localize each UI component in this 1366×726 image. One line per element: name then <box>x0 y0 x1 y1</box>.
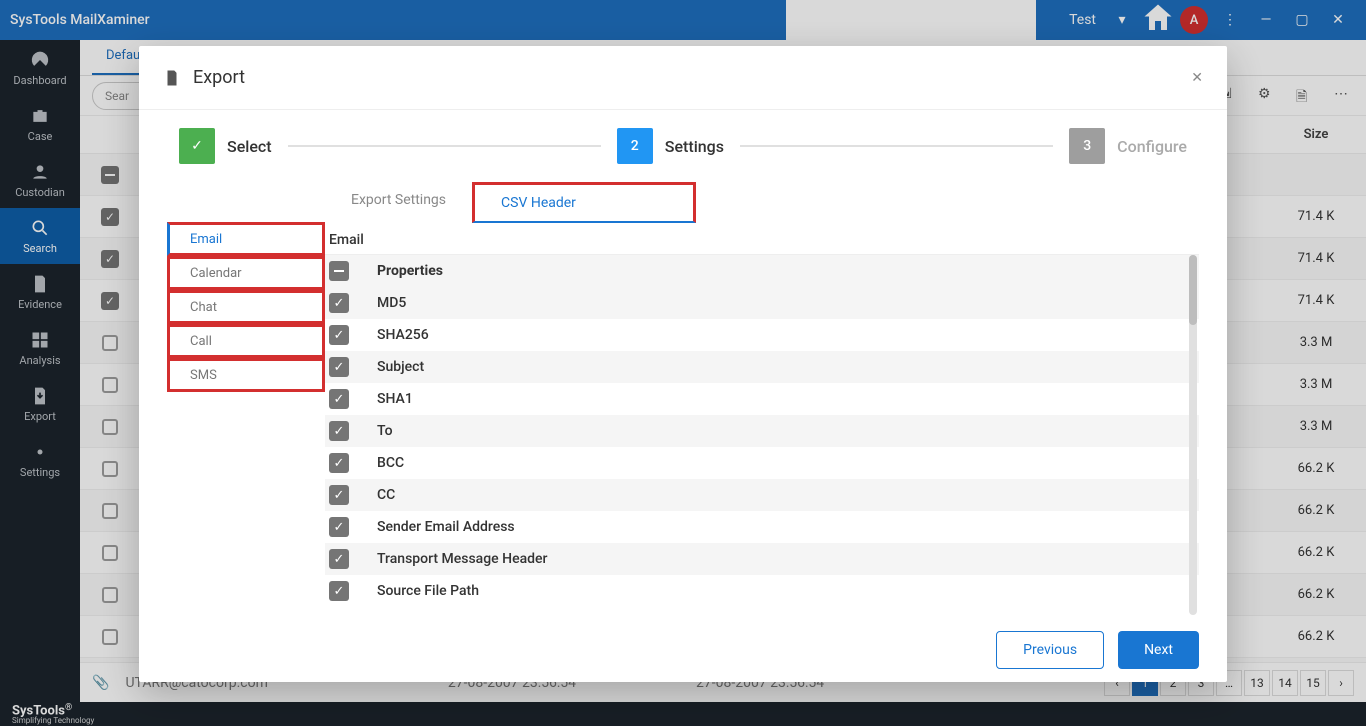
export-type-chat[interactable]: Chat <box>167 290 325 324</box>
property-checkbox[interactable] <box>329 421 349 441</box>
csv-tabs: Export Settings CSV Header <box>325 182 1199 224</box>
export-dialog: Export ✕ ✓ Select 2 Settings 3 Configure <box>139 46 1227 682</box>
property-row: Sender Email Address <box>325 511 1199 543</box>
property-checkbox[interactable] <box>329 357 349 377</box>
property-row: SHA256 <box>325 319 1199 351</box>
property-label: Transport Message Header <box>377 551 547 567</box>
export-sidepanel: EmailCalendarChatCallSMS <box>167 182 325 618</box>
property-label: MD5 <box>377 295 406 311</box>
property-label: BCC <box>377 455 404 471</box>
property-label: Subject <box>377 359 424 375</box>
export-type-call[interactable]: Call <box>167 324 325 358</box>
property-label: SHA256 <box>377 327 429 343</box>
property-row: SHA1 <box>325 383 1199 415</box>
property-checkbox[interactable] <box>329 549 349 569</box>
property-label: CC <box>377 487 395 503</box>
modal-overlay: Export ✕ ✓ Select 2 Settings 3 Configure <box>0 0 1366 726</box>
property-checkbox[interactable] <box>329 581 349 601</box>
property-checkbox[interactable] <box>329 485 349 505</box>
property-checkbox[interactable] <box>329 453 349 473</box>
property-label: To <box>377 423 393 439</box>
step-configure: 3 Configure <box>1069 128 1187 164</box>
export-type-email[interactable]: Email <box>167 222 325 256</box>
close-icon: ✕ <box>1191 70 1203 86</box>
step-todo-icon: 3 <box>1069 128 1105 164</box>
property-label: Sender Email Address <box>377 519 515 535</box>
property-checkbox[interactable] <box>329 293 349 313</box>
property-row: CC <box>325 479 1199 511</box>
export-type-calendar[interactable]: Calendar <box>167 256 325 290</box>
property-row: To <box>325 415 1199 447</box>
scrollbar-thumb[interactable] <box>1189 255 1197 325</box>
section-title: Email <box>325 224 1199 254</box>
step-current-icon: 2 <box>617 128 653 164</box>
property-row: Subject <box>325 351 1199 383</box>
previous-button[interactable]: Previous <box>996 631 1104 669</box>
property-checkbox[interactable] <box>329 389 349 409</box>
dialog-title: Export <box>193 67 245 88</box>
export-center: Export Settings CSV Header Email Propert… <box>325 182 1199 618</box>
property-checkbox[interactable] <box>329 325 349 345</box>
dialog-close-button[interactable]: ✕ <box>1191 70 1203 86</box>
property-label: SHA1 <box>377 391 413 407</box>
tab-csv-header[interactable]: CSV Header <box>472 182 696 223</box>
next-button[interactable]: Next <box>1118 631 1199 669</box>
step-select: ✓ Select <box>179 128 272 164</box>
property-row: Source File Path <box>325 575 1199 607</box>
property-row: Transport Message Header <box>325 543 1199 575</box>
property-row: MD5 <box>325 287 1199 319</box>
step-done-icon: ✓ <box>179 128 215 164</box>
property-label: Source File Path <box>377 583 479 599</box>
step-settings: 2 Settings <box>617 128 724 164</box>
properties-header-row: Properties <box>325 255 1199 287</box>
export-type-sms[interactable]: SMS <box>167 358 325 392</box>
property-row: BCC <box>325 447 1199 479</box>
tab-export-settings[interactable]: Export Settings <box>325 182 472 224</box>
select-all-checkbox[interactable] <box>329 261 349 281</box>
property-checkbox[interactable] <box>329 517 349 537</box>
scrollbar[interactable] <box>1189 255 1197 615</box>
dialog-footer: Previous Next <box>139 618 1227 682</box>
properties-list: Properties MD5 SHA256 Subject SHA1 To BCC CC Se… <box>325 254 1199 618</box>
file-icon <box>163 67 181 89</box>
stepper: ✓ Select 2 Settings 3 Configure <box>139 110 1227 182</box>
dialog-header: Export ✕ <box>139 46 1227 110</box>
